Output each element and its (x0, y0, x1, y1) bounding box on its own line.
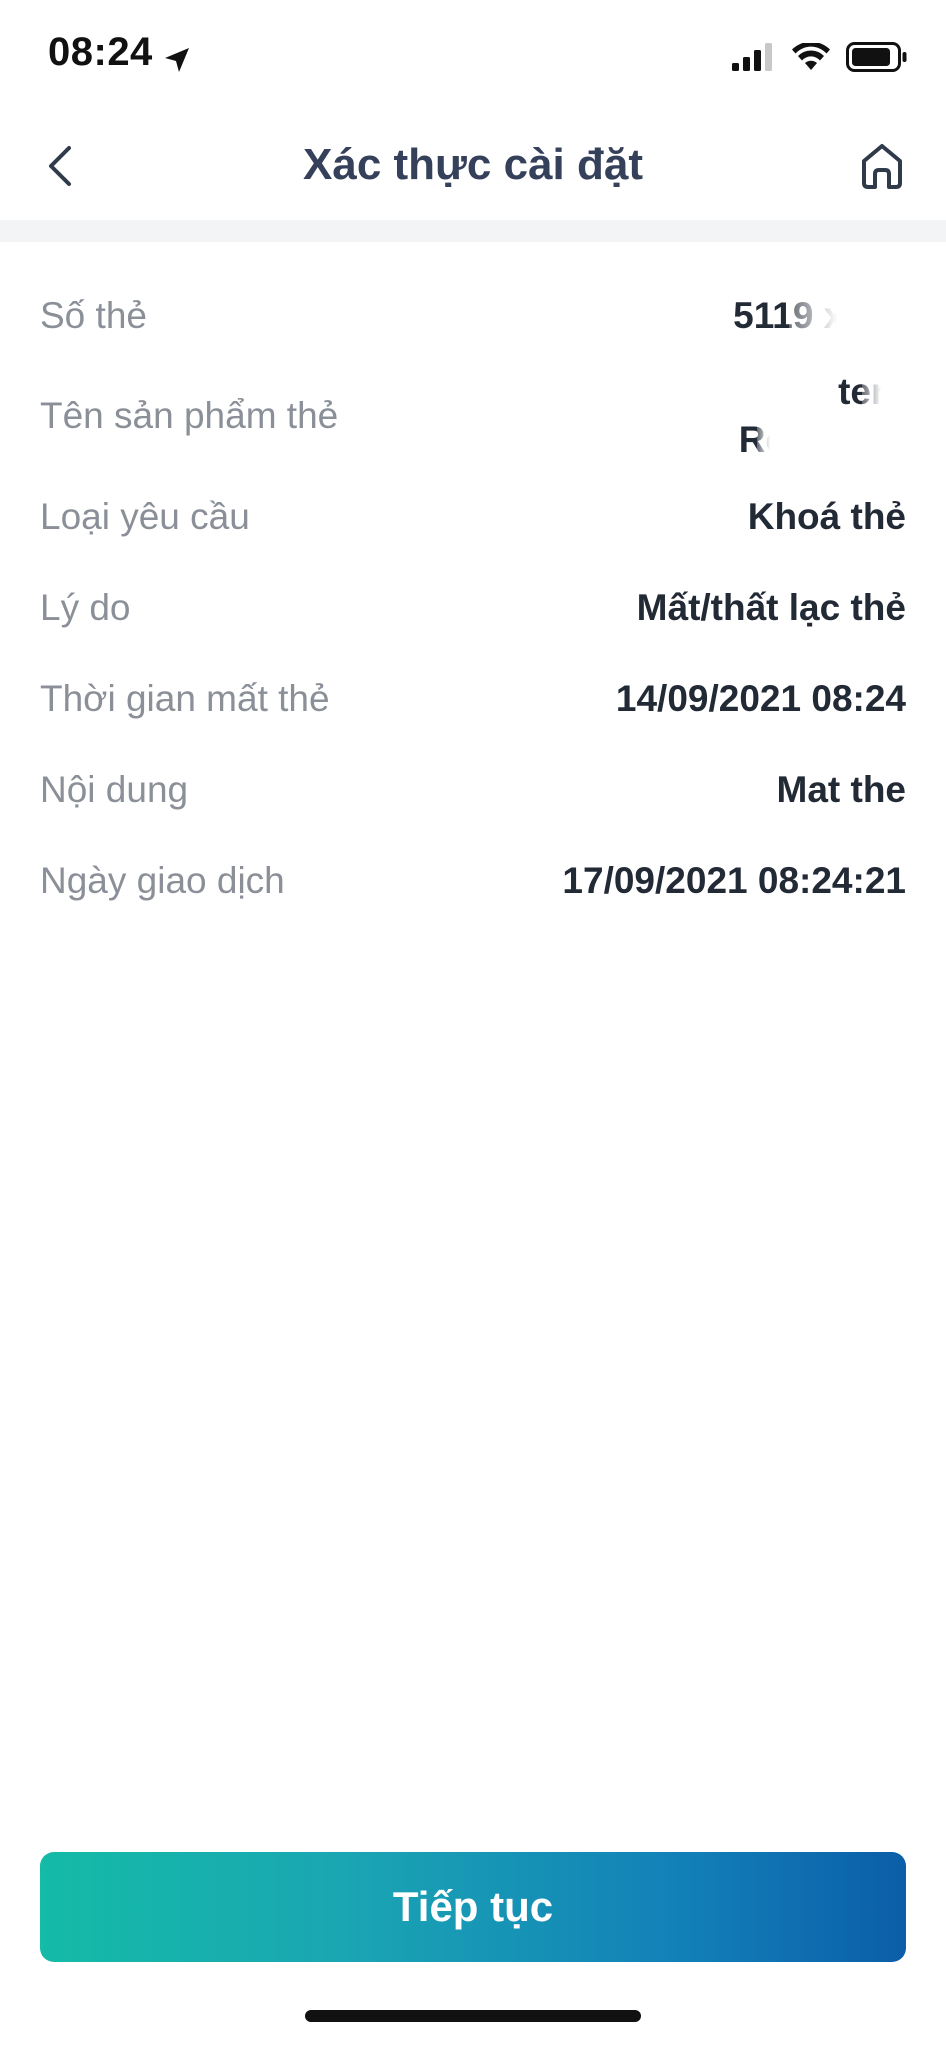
detail-row-transaction-date: Ngày giao dịch 17/09/2021 08:24:21 (40, 835, 906, 926)
screen: 08:24 Xác thực cài đặt Số thẻ 5119 xxxx … (0, 0, 946, 2048)
detail-label: Ngày giao dịch (40, 859, 285, 901)
detail-value: Mat the (776, 768, 907, 810)
detail-value: terc Re (739, 362, 910, 470)
status-time: 08:24 (48, 30, 191, 75)
detail-value: 17/09/2021 08:24:21 (562, 859, 906, 901)
status-bar: 08:24 (0, 0, 946, 116)
detail-row-reason: Lý do Mất/thất lạc thẻ (40, 562, 906, 653)
home-indicator[interactable] (305, 2010, 641, 2022)
detail-value: Mất/thất lạc thẻ (636, 586, 906, 628)
detail-value: Khoá thẻ (747, 495, 906, 537)
masked-card-number: 5119 xxxx (733, 288, 910, 343)
header: Xác thực cài đặt (0, 116, 946, 220)
detail-row-content: Nội dung Mat the (40, 744, 906, 835)
detail-value: 14/09/2021 08:24 (615, 677, 906, 719)
detail-label: Số thẻ (40, 294, 147, 336)
masked-product-line-1: terc (838, 362, 910, 422)
details-list: Số thẻ 5119 xxxx Tên sản phẩm thẻ terc R… (40, 270, 910, 926)
status-time-text: 08:24 (48, 30, 153, 74)
detail-label: Loại yêu cầu (40, 495, 250, 537)
detail-value: 5119 xxxx (733, 288, 910, 343)
detail-label: Lý do (40, 586, 131, 628)
home-button[interactable] (850, 136, 914, 200)
wifi-icon (792, 41, 830, 76)
header-divider (0, 220, 946, 242)
detail-row-card-number: Số thẻ 5119 xxxx (40, 270, 910, 361)
detail-label: Nội dung (40, 768, 189, 810)
continue-button[interactable]: Tiếp tục (40, 1852, 906, 1962)
detail-label: Tên sản phẩm thẻ (40, 395, 339, 436)
detail-row-request-type: Loại yêu cầu Khoá thẻ (40, 471, 906, 562)
detail-row-loss-time: Thời gian mất thẻ 14/09/2021 08:24 (40, 653, 906, 744)
location-arrow-icon (163, 39, 191, 72)
detail-label: Thời gian mất thẻ (40, 677, 330, 719)
page-title: Xác thực cài đặt (303, 140, 643, 189)
detail-row-card-product: Tên sản phẩm thẻ terc Re (40, 361, 910, 471)
battery-icon (846, 42, 908, 77)
cellular-signal-icon (732, 43, 776, 76)
masked-product-line-2: Re (739, 410, 791, 470)
home-icon (858, 141, 906, 196)
status-icons (732, 41, 908, 77)
